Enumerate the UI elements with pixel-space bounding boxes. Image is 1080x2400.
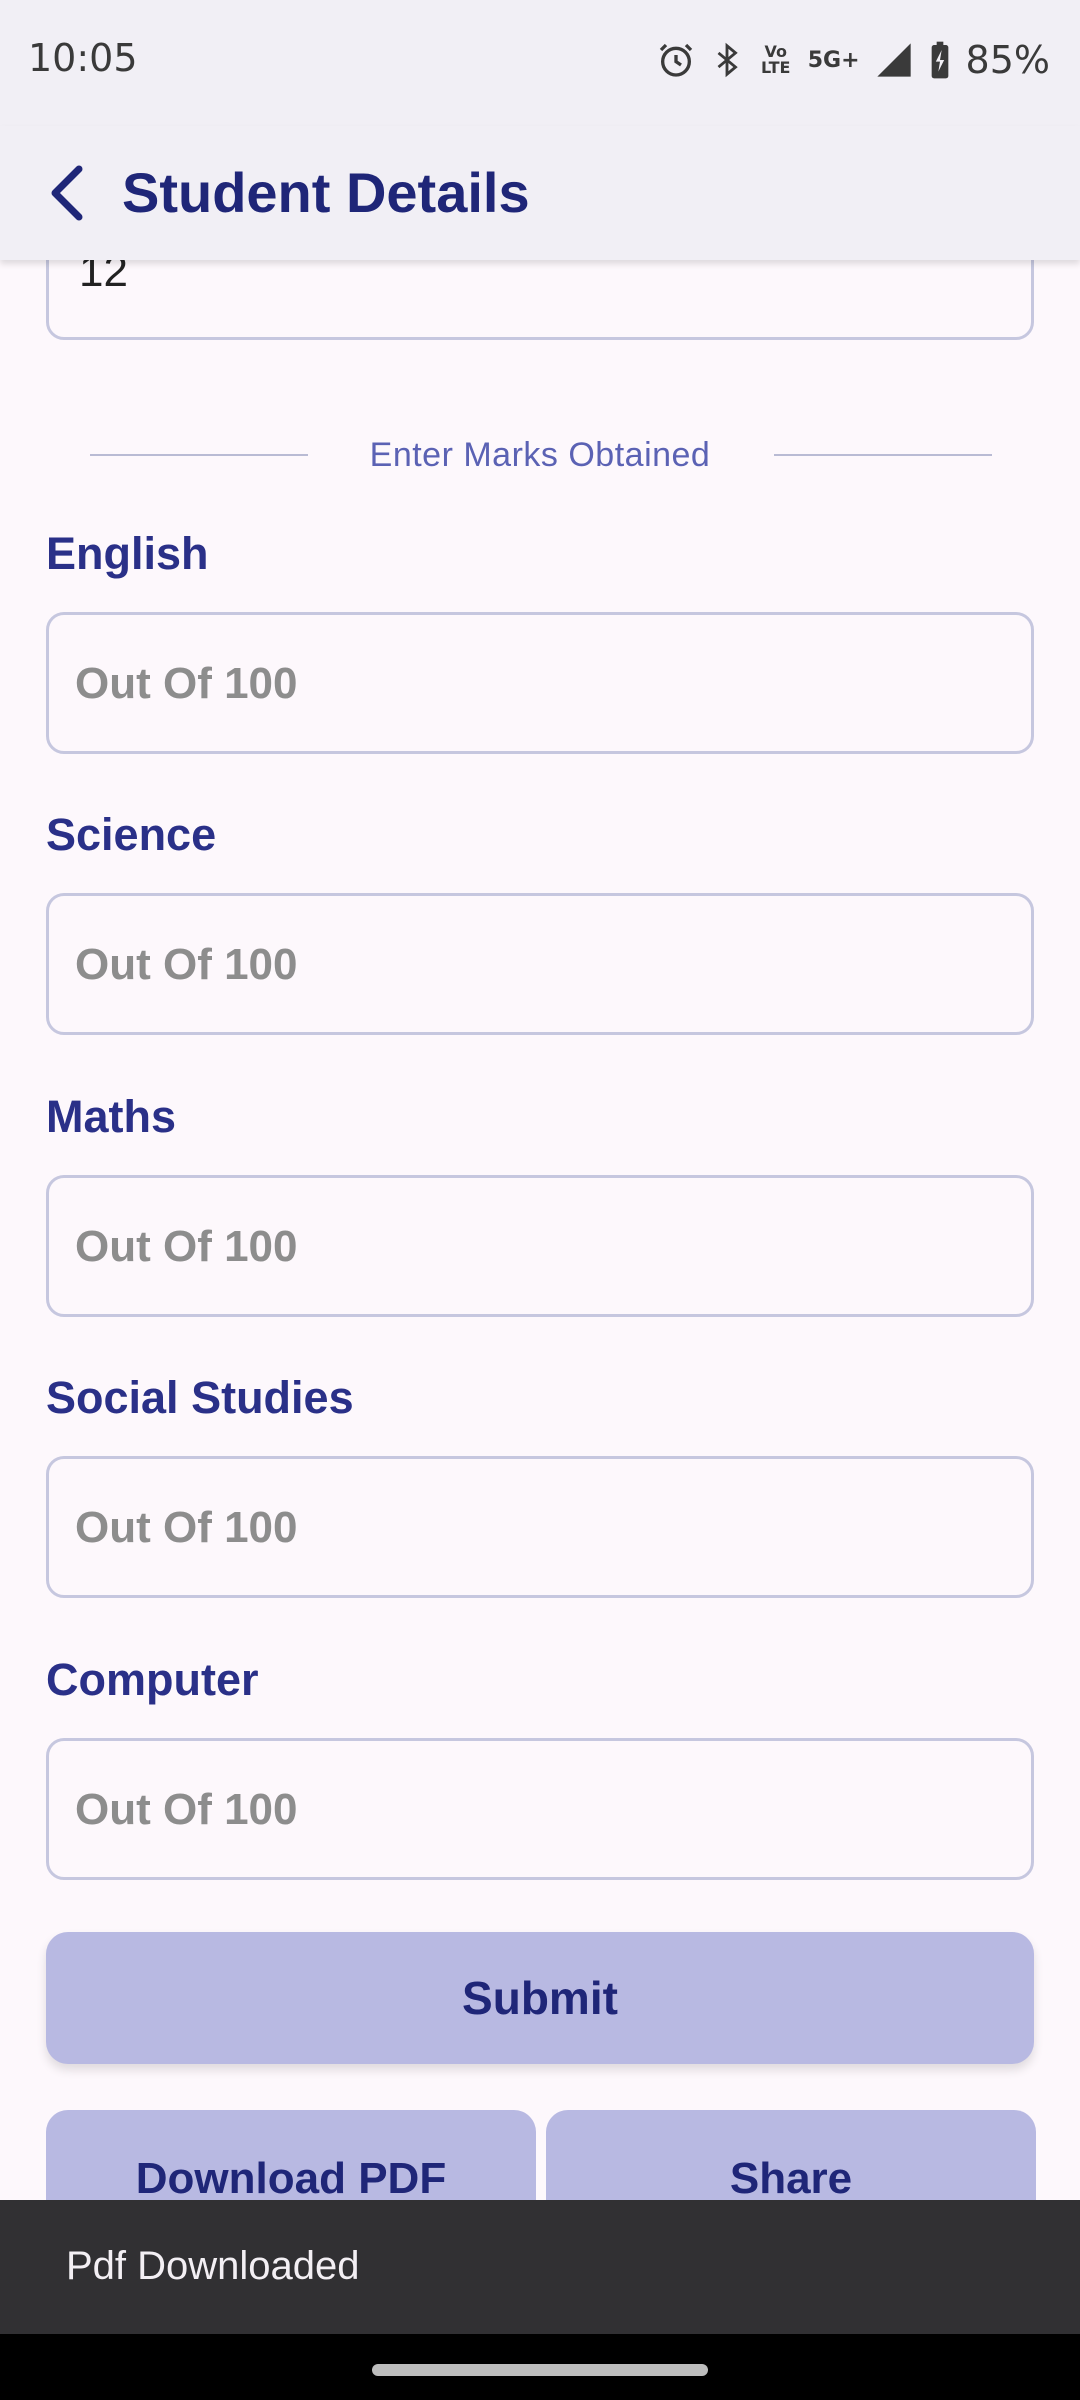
science-input[interactable] <box>73 896 1007 1034</box>
back-button[interactable] <box>30 156 104 230</box>
app-bar: Student Details <box>0 126 1080 260</box>
snackbar: Pdf Downloaded <box>0 2200 1080 2334</box>
page-title: Student Details <box>122 161 530 224</box>
computer-input[interactable] <box>73 1741 1007 1879</box>
download-pdf-button[interactable]: Download PDF <box>46 2110 536 2200</box>
alarm-icon <box>659 43 692 77</box>
network-type-icon: 5G+ <box>807 47 860 73</box>
form-content[interactable]: 12 Enter Marks Obtained English Science … <box>0 260 1080 2200</box>
navigation-bar <box>0 2334 1080 2400</box>
english-label: English <box>46 528 209 579</box>
social-studies-label: Social Studies <box>46 1372 354 1423</box>
computer-label: Computer <box>46 1654 259 1705</box>
class-field[interactable]: 12 <box>46 260 1034 340</box>
submit-button[interactable]: Submit <box>46 1932 1034 2064</box>
bluetooth-icon <box>717 42 738 78</box>
status-icons: Vo LTE 5G+ 85% <box>656 36 1050 84</box>
english-field[interactable] <box>46 612 1034 754</box>
status-bar: 10:05 Vo LTE 5G+ 85% <box>0 0 1080 126</box>
snackbar-message: Pdf Downloaded <box>66 2244 360 2288</box>
status-time: 10:05 <box>28 36 138 80</box>
maths-field[interactable] <box>46 1175 1034 1317</box>
chevron-left-icon <box>51 165 83 221</box>
battery-charging-icon <box>931 41 948 79</box>
volte-icon: Vo LTE <box>761 42 791 77</box>
signal-icon <box>876 43 911 77</box>
science-label: Science <box>46 809 217 860</box>
maths-input[interactable] <box>73 1178 1007 1316</box>
social-studies-input[interactable] <box>73 1459 1007 1597</box>
home-gesture-handle[interactable] <box>372 2364 708 2376</box>
class-field-value: 12 <box>79 260 128 296</box>
share-button[interactable]: Share <box>546 2110 1036 2200</box>
english-input[interactable] <box>73 615 1007 753</box>
science-field[interactable] <box>46 893 1034 1035</box>
battery-percent: 85% <box>965 38 1050 82</box>
computer-field[interactable] <box>46 1738 1034 1880</box>
divider-line-right <box>774 454 992 456</box>
social-studies-field[interactable] <box>46 1456 1034 1598</box>
maths-label: Maths <box>46 1091 177 1142</box>
